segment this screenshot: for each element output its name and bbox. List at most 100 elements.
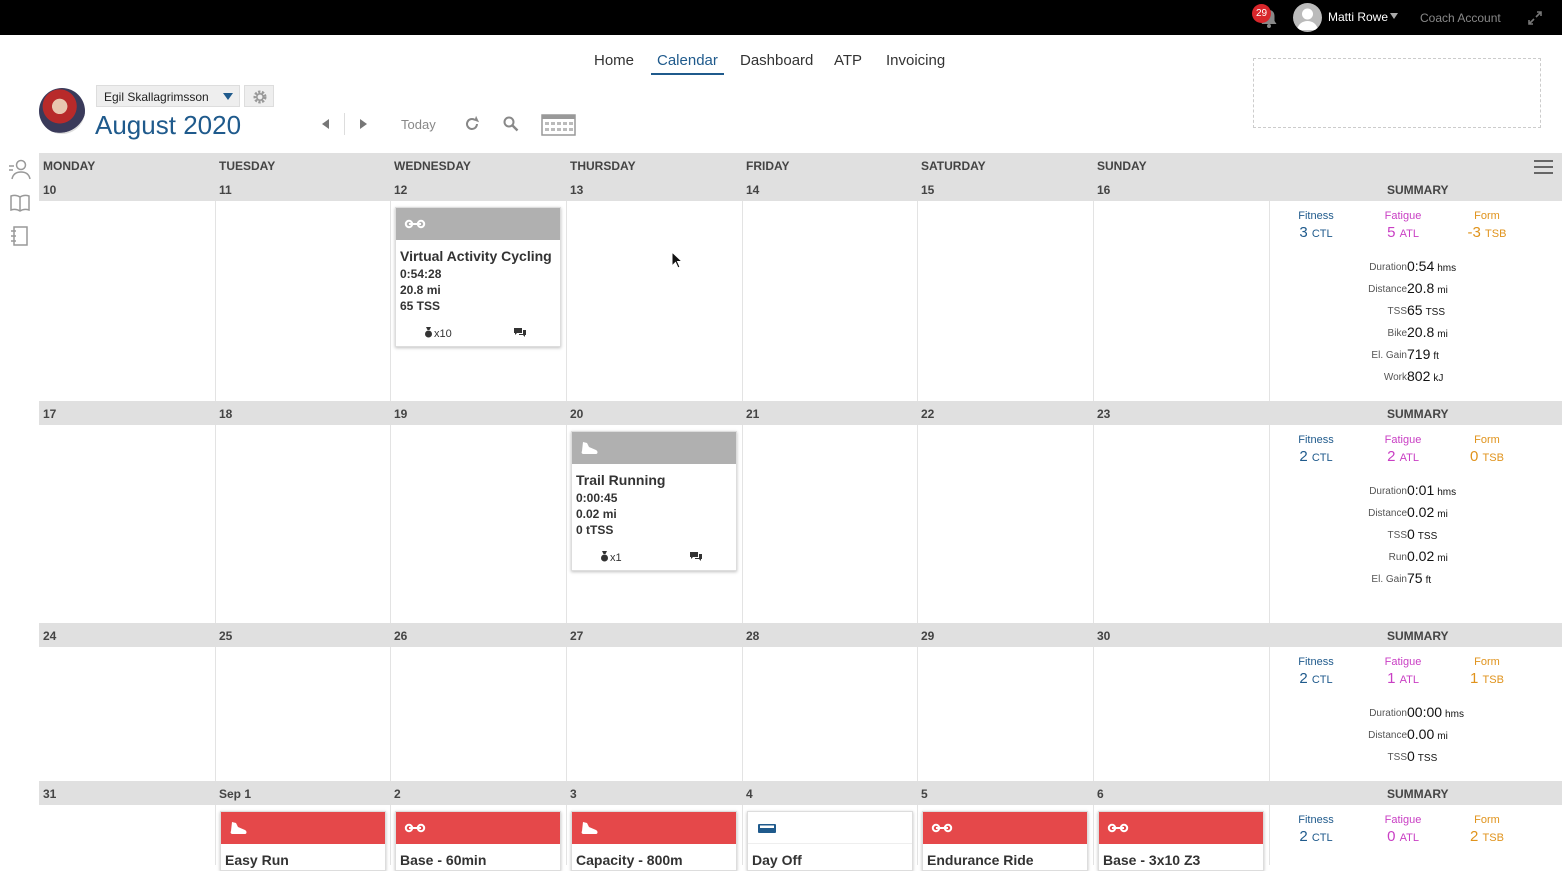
nav-invoicing[interactable]: Invoicing xyxy=(886,52,945,73)
user-name[interactable]: Matti Rowe xyxy=(1328,10,1388,24)
date-number[interactable]: 19 xyxy=(394,407,407,421)
column-divider xyxy=(1093,201,1094,401)
calendar-icon[interactable] xyxy=(541,112,576,136)
medal-count-text: x1 xyxy=(610,552,622,564)
stat-key: Work xyxy=(1383,372,1407,383)
date-number[interactable]: 16 xyxy=(1097,183,1110,197)
workout-card[interactable]: Trail Running 0:00:45 0.02 mi 0 tTSS x1 xyxy=(571,431,737,571)
date-number[interactable]: 23 xyxy=(1097,407,1110,421)
chevron-down-icon xyxy=(223,93,233,100)
calendar-week: 31 Sep 1 2 3 4 5 6 SUMMARY Fitness 2 CTL Fatigue 0 … xyxy=(39,781,1562,871)
fitness-value: 3 CTL xyxy=(1286,224,1346,241)
fatigue-label: Fatigue xyxy=(1384,210,1422,222)
stat-number: 0 xyxy=(1407,748,1415,764)
summary-fatigue: Fatigue 0 ATL xyxy=(1373,814,1433,845)
hamburger-menu-icon[interactable] xyxy=(1534,160,1553,174)
date-number[interactable]: 26 xyxy=(394,629,407,643)
workout-card[interactable]: Endurance Ride xyxy=(922,811,1088,871)
date-number[interactable]: 15 xyxy=(921,183,934,197)
summary-fatigue: Fatigue 5 ATL xyxy=(1373,210,1433,241)
workout-distance: 20.8 mi xyxy=(400,283,441,297)
date-number[interactable]: 12 xyxy=(394,183,407,197)
medal-count[interactable]: x1 xyxy=(600,551,622,564)
search-icon[interactable] xyxy=(501,114,521,134)
date-number[interactable]: 22 xyxy=(921,407,934,421)
workout-title: Easy Run xyxy=(225,852,289,868)
today-button[interactable]: Today xyxy=(401,117,436,132)
notification-badge[interactable]: 29 xyxy=(1252,4,1271,23)
date-number[interactable]: 24 xyxy=(43,629,56,643)
stat-number: 0.00 xyxy=(1407,726,1435,742)
date-number[interactable]: 18 xyxy=(219,407,232,421)
athlete-avatar[interactable] xyxy=(39,88,85,134)
workout-card-footer: x1 xyxy=(572,546,736,570)
comments-icon[interactable] xyxy=(513,327,527,341)
fatigue-unit: ATL xyxy=(1399,228,1419,240)
profile-icon[interactable] xyxy=(8,158,32,180)
workout-card[interactable]: Base - 60min xyxy=(395,811,561,871)
notebook-icon[interactable] xyxy=(8,225,32,247)
summary-stat: TSS 0 TSS xyxy=(1299,526,1549,548)
form-label: Form xyxy=(1474,814,1500,826)
date-number[interactable]: 14 xyxy=(746,183,759,197)
user-avatar[interactable] xyxy=(1293,3,1322,32)
date-number[interactable]: 25 xyxy=(219,629,232,643)
stat-key: El. Gain xyxy=(1371,350,1407,361)
expand-icon[interactable] xyxy=(1527,10,1543,26)
fitness-label: Fitness xyxy=(1298,814,1334,826)
stat-unit: hms xyxy=(1445,709,1464,720)
workout-card[interactable]: Capacity - 800m xyxy=(571,811,737,871)
date-number[interactable]: 28 xyxy=(746,629,759,643)
medal-count[interactable]: x10 xyxy=(424,327,452,340)
next-arrow-icon[interactable] xyxy=(353,114,373,134)
date-number[interactable]: 27 xyxy=(570,629,583,643)
date-number[interactable]: 20 xyxy=(570,407,583,421)
column-divider xyxy=(390,425,391,623)
workout-card[interactable]: Easy Run xyxy=(220,811,386,871)
date-number[interactable]: 4 xyxy=(746,787,753,801)
prev-arrow-icon[interactable] xyxy=(316,114,336,134)
column-divider xyxy=(390,805,391,865)
date-number[interactable]: 5 xyxy=(921,787,928,801)
form-number: 2 xyxy=(1470,828,1479,845)
comments-icon[interactable] xyxy=(689,551,703,565)
stat-value: 0.02 mi xyxy=(1407,548,1448,564)
book-icon[interactable] xyxy=(8,192,32,214)
workout-card[interactable]: Day Off xyxy=(747,811,913,871)
stat-key: TSS xyxy=(1387,752,1407,763)
athlete-name: Egil Skallagrimsson xyxy=(104,90,209,104)
date-number[interactable]: 17 xyxy=(43,407,56,421)
fatigue-unit: ATL xyxy=(1399,452,1419,464)
workout-card[interactable]: Virtual Activity Cycling 0:54:28 20.8 mi 65… xyxy=(395,207,561,347)
nav-calendar[interactable]: Calendar xyxy=(651,52,724,75)
date-number[interactable]: 29 xyxy=(921,629,934,643)
date-number[interactable]: 31 xyxy=(43,787,56,801)
date-number[interactable]: 3 xyxy=(570,787,577,801)
coach-account-link[interactable]: Coach Account xyxy=(1420,11,1501,25)
summary-stat: El. Gain 75 ft xyxy=(1299,570,1549,592)
fitness-unit: CTL xyxy=(1311,452,1333,464)
stat-number: 0.02 xyxy=(1407,504,1435,520)
nav-dashboard[interactable]: Dashboard xyxy=(740,52,813,73)
column-divider xyxy=(215,201,216,401)
nav-atp[interactable]: ATP xyxy=(834,52,862,73)
nav-home[interactable]: Home xyxy=(594,52,634,73)
workout-card[interactable]: Base - 3x10 Z3 xyxy=(1098,811,1264,871)
fitness-unit: CTL xyxy=(1311,228,1333,240)
date-number[interactable]: 30 xyxy=(1097,629,1110,643)
date-number[interactable]: Sep 1 xyxy=(219,787,251,801)
refresh-icon[interactable] xyxy=(462,114,482,134)
date-number[interactable]: 6 xyxy=(1097,787,1104,801)
athlete-settings-button[interactable] xyxy=(244,85,274,107)
date-number[interactable]: 13 xyxy=(570,183,583,197)
date-number[interactable]: 10 xyxy=(43,183,56,197)
dow-wednesday: WEDNESDAY xyxy=(394,159,471,173)
date-number[interactable]: 11 xyxy=(219,183,232,197)
date-number[interactable]: 21 xyxy=(746,407,759,421)
chevron-down-icon[interactable] xyxy=(1390,13,1398,19)
athlete-select[interactable]: Egil Skallagrimsson xyxy=(96,85,240,107)
date-number[interactable]: 2 xyxy=(394,787,401,801)
stat-value: 00:00 hms xyxy=(1407,704,1464,720)
summary-form: Form 0 TSB xyxy=(1457,434,1517,465)
stat-key: Duration xyxy=(1369,708,1407,719)
